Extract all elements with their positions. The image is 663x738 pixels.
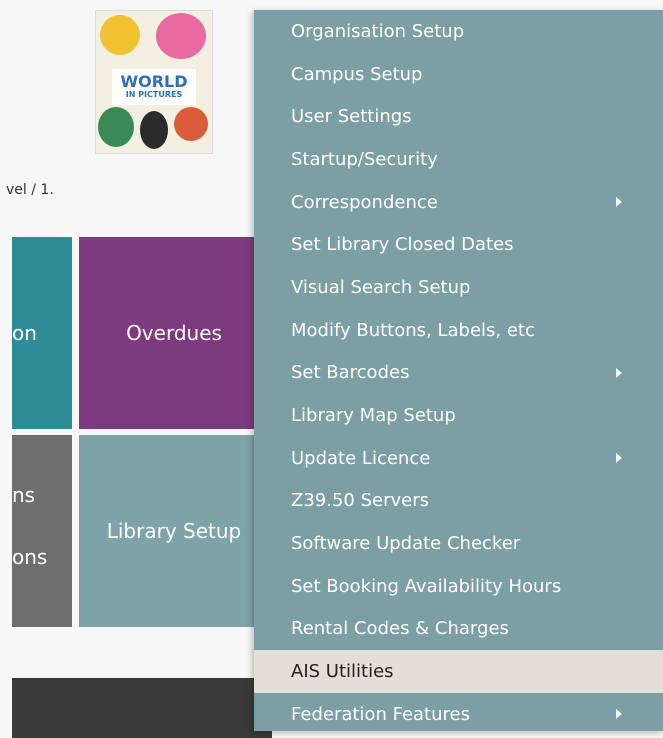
- submenu-arrow-icon: [616, 709, 622, 720]
- menu-item-label: Update Licence: [291, 447, 431, 469]
- menu-item-federation-features[interactable]: Federation Features: [254, 693, 663, 736]
- tile-partial-gray[interactable]: ns ons: [12, 435, 72, 627]
- menu-item-set-booking-availability-hours[interactable]: Set Booking Availability Hours: [254, 565, 663, 608]
- menu-item-set-library-closed-dates[interactable]: Set Library Closed Dates: [254, 223, 663, 266]
- menu-item-label: Library Map Setup: [291, 405, 456, 427]
- breadcrumb: vel / 1.: [6, 182, 54, 198]
- tile-label: Overdues: [126, 321, 222, 345]
- submenu-arrow-icon: [616, 367, 622, 378]
- menu-item-software-update-checker[interactable]: Software Update Checker: [254, 522, 663, 565]
- tile-label: on: [12, 321, 37, 345]
- cover-art-flower: [156, 13, 206, 59]
- menu-item-correspondence[interactable]: Correspondence: [254, 181, 663, 224]
- menu-item-label: Set Library Closed Dates: [291, 234, 514, 256]
- menu-item-startup-security[interactable]: Startup/Security: [254, 138, 663, 181]
- menu-item-ais-utilities[interactable]: AIS Utilities: [254, 650, 663, 693]
- menu-item-label: User Settings: [291, 106, 412, 128]
- menu-item-campus-setup[interactable]: Campus Setup: [254, 53, 663, 96]
- menu-item-organisation-setup[interactable]: Organisation Setup: [254, 10, 663, 53]
- book-cover-image[interactable]: WORLD IN PICTURES: [95, 10, 213, 154]
- cover-title-band: WORLD IN PICTURES: [112, 69, 196, 105]
- menu-item-rental-codes-charges[interactable]: Rental Codes & Charges: [254, 608, 663, 651]
- menu-item-library-map-setup[interactable]: Library Map Setup: [254, 394, 663, 437]
- menu-item-set-barcodes[interactable]: Set Barcodes: [254, 352, 663, 395]
- submenu-arrow-icon: [616, 453, 622, 464]
- menu-item-label: Startup/Security: [291, 148, 438, 170]
- cover-art-shell: [174, 107, 208, 141]
- cover-art-flower: [100, 15, 140, 55]
- menu-item-user-settings[interactable]: User Settings: [254, 95, 663, 138]
- menu-item-label: Campus Setup: [291, 63, 423, 85]
- menu-item-update-licence[interactable]: Update Licence: [254, 437, 663, 480]
- tile-partial-teal[interactable]: on: [12, 237, 72, 429]
- submenu-arrow-icon: [616, 197, 622, 208]
- cover-art-leaf: [98, 107, 134, 147]
- cover-art-penguin: [140, 111, 168, 149]
- menu-item-label: AIS Utilities: [291, 661, 394, 683]
- menu-item-label: Correspondence: [291, 191, 438, 213]
- cover-title: WORLD: [120, 72, 188, 91]
- tile-label: ns: [12, 483, 36, 507]
- menu-item-label: Modify Buttons, Labels, etc: [291, 319, 535, 341]
- menu-item-label: Federation Features: [291, 703, 470, 725]
- menu-item-z39-50-servers[interactable]: Z39.50 Servers: [254, 480, 663, 523]
- menu-item-label: Z39.50 Servers: [291, 490, 429, 512]
- menu-item-label: Set Barcodes: [291, 362, 410, 384]
- menu-item-visual-search-setup[interactable]: Visual Search Setup: [254, 266, 663, 309]
- menu-item-label: Visual Search Setup: [291, 276, 471, 298]
- tile-partial-dark[interactable]: [12, 678, 272, 738]
- setup-dropdown-menu: Organisation Setup Campus Setup User Setti…: [254, 10, 663, 731]
- tile-library-setup[interactable]: Library Setup: [79, 435, 269, 627]
- tile-label: ons: [12, 545, 48, 569]
- tile-overdues[interactable]: Overdues: [79, 237, 269, 429]
- menu-item-label: Set Booking Availability Hours: [291, 575, 562, 597]
- menu-item-label: Rental Codes & Charges: [291, 618, 509, 640]
- tile-label: Library Setup: [106, 519, 242, 543]
- menu-item-label: Software Update Checker: [291, 533, 521, 555]
- menu-item-label: Organisation Setup: [291, 20, 465, 42]
- menu-item-modify-buttons-labels-etc[interactable]: Modify Buttons, Labels, etc: [254, 309, 663, 352]
- cover-subtitle: IN PICTURES: [125, 90, 183, 99]
